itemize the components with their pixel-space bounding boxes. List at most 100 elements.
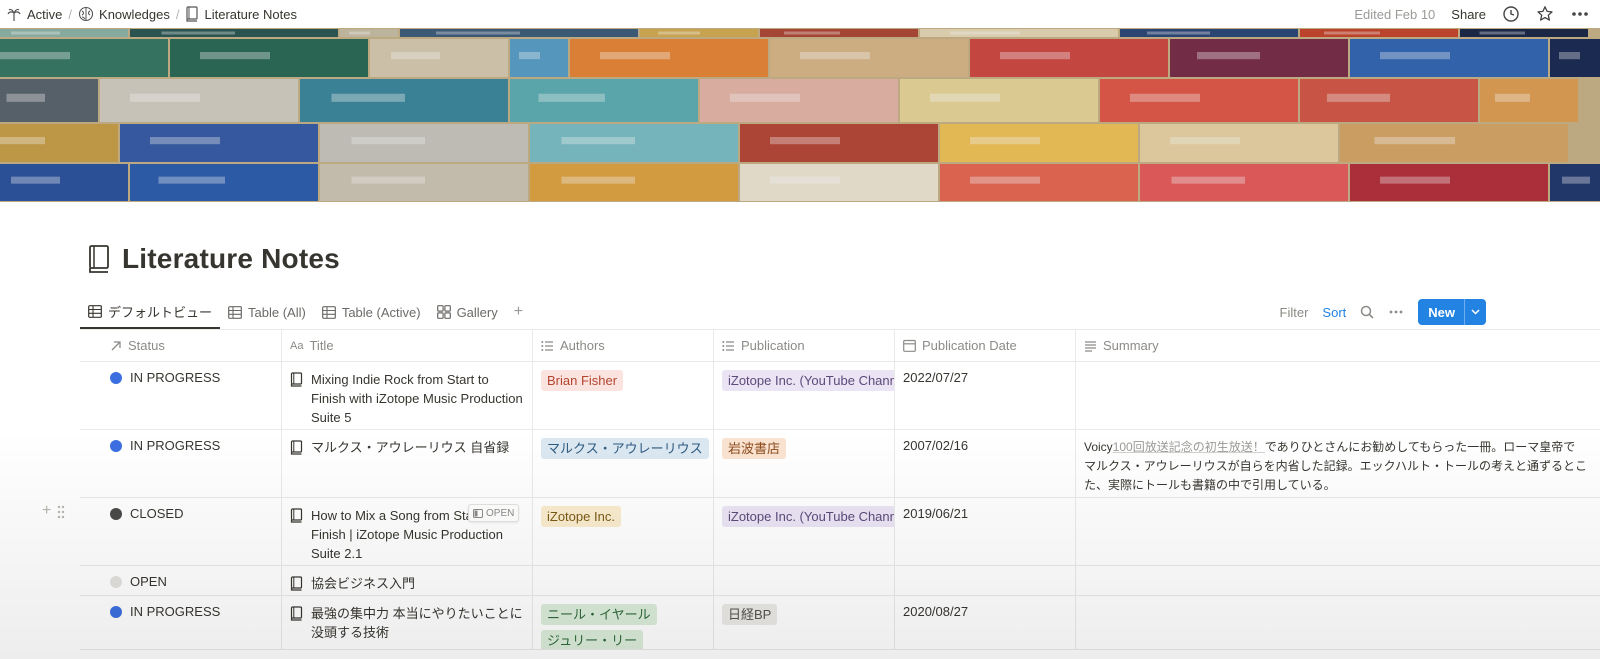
column-header-status[interactable]: Status xyxy=(80,330,282,361)
summary-cell[interactable] xyxy=(1076,362,1600,429)
row-handle[interactable]: + xyxy=(42,502,65,520)
tab-table-active[interactable]: Table (Active) xyxy=(314,295,429,329)
open-label: OPEN xyxy=(486,507,515,519)
table-row[interactable]: CLOSED How to Mix a Song from Start to Fi… xyxy=(42,498,1600,566)
status-label: CLOSED xyxy=(130,506,184,521)
date-cell[interactable]: 2007/02/16 xyxy=(895,430,1076,497)
tag: ニール・イヤール xyxy=(541,604,657,625)
title-cell[interactable]: Mixing Indie Rock from Start to Finish w… xyxy=(282,362,533,429)
date-cell[interactable]: 2020/08/27 xyxy=(895,596,1076,649)
filter-button[interactable]: Filter xyxy=(1280,305,1309,320)
brain-icon xyxy=(78,6,94,22)
more-icon[interactable] xyxy=(1570,5,1590,23)
column-header-title[interactable]: Aa Title xyxy=(282,330,533,361)
authors-cell[interactable]: Brian Fisher xyxy=(533,362,714,429)
row-title: 最強の集中力 本当にやりたいことに没頭する技術 xyxy=(311,606,523,640)
date-cell[interactable] xyxy=(895,566,1076,595)
page-link[interactable]: マルクス・アウレーリウス 自省録 xyxy=(290,438,524,460)
table-row[interactable]: IN PROGRESS Mixing Indie Rock from Start … xyxy=(80,362,1600,430)
share-button[interactable]: Share xyxy=(1451,7,1486,22)
title-cell[interactable]: 協会ビジネス入門 xyxy=(282,566,533,595)
summary-link[interactable]: 100回放送記念の初生放送！ xyxy=(1113,440,1265,454)
clock-icon[interactable] xyxy=(1502,5,1520,23)
chevron-down-icon[interactable] xyxy=(1464,299,1486,325)
book-icon[interactable] xyxy=(86,244,112,274)
status-cell[interactable]: CLOSED xyxy=(80,498,282,565)
status-cell[interactable]: IN PROGRESS xyxy=(80,430,282,497)
cover-image[interactable] xyxy=(0,28,1600,202)
breadcrumb-item-active[interactable]: Active xyxy=(6,6,62,22)
tag: Brian Fisher xyxy=(541,370,624,391)
table-body: IN PROGRESS Mixing Indie Rock from Start … xyxy=(42,362,1600,650)
authors-cell[interactable]: iZotope Inc. xyxy=(533,498,714,565)
column-label: Summary xyxy=(1103,338,1159,353)
open-page-button[interactable]: OPEN xyxy=(468,504,520,522)
date-cell[interactable]: 2022/07/27 xyxy=(895,362,1076,429)
status-label: OPEN xyxy=(130,574,167,589)
summary-cell[interactable] xyxy=(1076,596,1600,649)
publication-cell[interactable]: 日経BP xyxy=(714,596,895,649)
column-header-summary[interactable]: Summary xyxy=(1076,330,1600,361)
column-header-publication-date[interactable]: Publication Date xyxy=(895,330,1076,361)
publication-cell[interactable] xyxy=(714,566,895,595)
page-title[interactable]: Literature Notes xyxy=(122,243,340,275)
title-cell[interactable]: How to Mix a Song from Start to Finish |… xyxy=(282,498,533,565)
page-link[interactable]: 協会ビジネス入門 xyxy=(290,574,524,595)
breadcrumb-item-literature-notes[interactable]: Literature Notes xyxy=(185,6,297,22)
column-header-authors[interactable]: Authors xyxy=(533,330,714,361)
breadcrumb-item-knowledges[interactable]: Knowledges xyxy=(78,6,170,22)
page-link[interactable]: Mixing Indie Rock from Start to Finish w… xyxy=(290,370,524,427)
table-row[interactable]: OPEN 協会ビジネス入門 xyxy=(80,566,1600,596)
summary-text: Voicy xyxy=(1084,440,1113,454)
table-row[interactable]: IN PROGRESS マルクス・アウレーリウス 自省録 マルクス・アウレーリウス岩… xyxy=(80,430,1600,498)
tag: 日経BP xyxy=(722,604,778,625)
more-icon[interactable] xyxy=(1388,305,1404,319)
book-icon xyxy=(185,6,199,22)
summary-cell[interactable] xyxy=(1076,566,1600,595)
tab-gallery[interactable]: Gallery xyxy=(429,295,506,329)
status-label: IN PROGRESS xyxy=(130,370,221,385)
page-link[interactable]: 最強の集中力 本当にやりたいことに没頭する技術 xyxy=(290,604,524,642)
tab-default-view[interactable]: デフォルトビュー xyxy=(80,295,221,329)
status-label: IN PROGRESS xyxy=(130,604,221,619)
new-button[interactable]: New xyxy=(1418,299,1486,325)
publication-cell[interactable]: iZotope Inc. (YouTube Channel) xyxy=(714,498,895,565)
column-header-publication[interactable]: Publication xyxy=(714,330,895,361)
add-view-button[interactable]: + xyxy=(506,303,531,321)
tab-label: Table (Active) xyxy=(341,304,421,320)
publication-cell[interactable]: 岩波書店 xyxy=(714,430,895,497)
authors-cell[interactable]: ニール・イヤール ジュリー・リー xyxy=(533,596,714,649)
table-row[interactable]: IN PROGRESS 最強の集中力 本当にやりたいことに没頭する技術 ニール・イヤ… xyxy=(80,596,1600,650)
summary-cell[interactable] xyxy=(1076,498,1600,565)
date-cell[interactable]: 2019/06/21 xyxy=(895,498,1076,565)
tag: 岩波書店 xyxy=(722,438,787,459)
column-label: Publication xyxy=(741,338,805,353)
tab-table-all[interactable]: Table (All) xyxy=(220,295,314,329)
title-cell[interactable]: マルクス・アウレーリウス 自省録 xyxy=(282,430,533,497)
row-title: 協会ビジネス入門 xyxy=(311,576,416,591)
status-badge: IN PROGRESS xyxy=(110,370,273,385)
status-cell[interactable]: IN PROGRESS xyxy=(80,596,282,649)
summary-cell[interactable]: Voicy100回放送記念の初生放送！でありひとさんにお勧めしてもらった一冊。ロ… xyxy=(1076,430,1600,497)
cover-shade xyxy=(0,28,1600,202)
authors-cell[interactable]: マルクス・アウレーリウス xyxy=(533,430,714,497)
tab-label: デフォルトビュー xyxy=(108,304,213,320)
breadcrumb-label: Knowledges xyxy=(99,6,170,22)
title-cell[interactable]: 最強の集中力 本当にやりたいことに没頭する技術 xyxy=(282,596,533,649)
gallery-icon xyxy=(436,305,451,319)
book-icon xyxy=(290,574,304,595)
publication-cell[interactable]: iZotope Inc. (YouTube Channel) xyxy=(714,362,895,429)
search-icon[interactable] xyxy=(1360,305,1374,319)
star-icon[interactable] xyxy=(1536,5,1554,23)
add-row-icon[interactable]: + xyxy=(42,502,51,520)
view-bar: デフォルトビュー Table (All) Table (Active) Gall… xyxy=(80,295,1600,329)
drag-handle-icon[interactable] xyxy=(57,505,65,519)
status-dot-icon xyxy=(110,439,122,452)
list-icon xyxy=(722,340,735,352)
status-cell[interactable]: OPEN xyxy=(80,566,282,595)
book-icon xyxy=(290,438,304,460)
breadcrumb-separator: / xyxy=(68,6,73,22)
sort-button[interactable]: Sort xyxy=(1322,305,1346,320)
authors-cell[interactable] xyxy=(533,566,714,595)
status-cell[interactable]: IN PROGRESS xyxy=(80,362,282,429)
